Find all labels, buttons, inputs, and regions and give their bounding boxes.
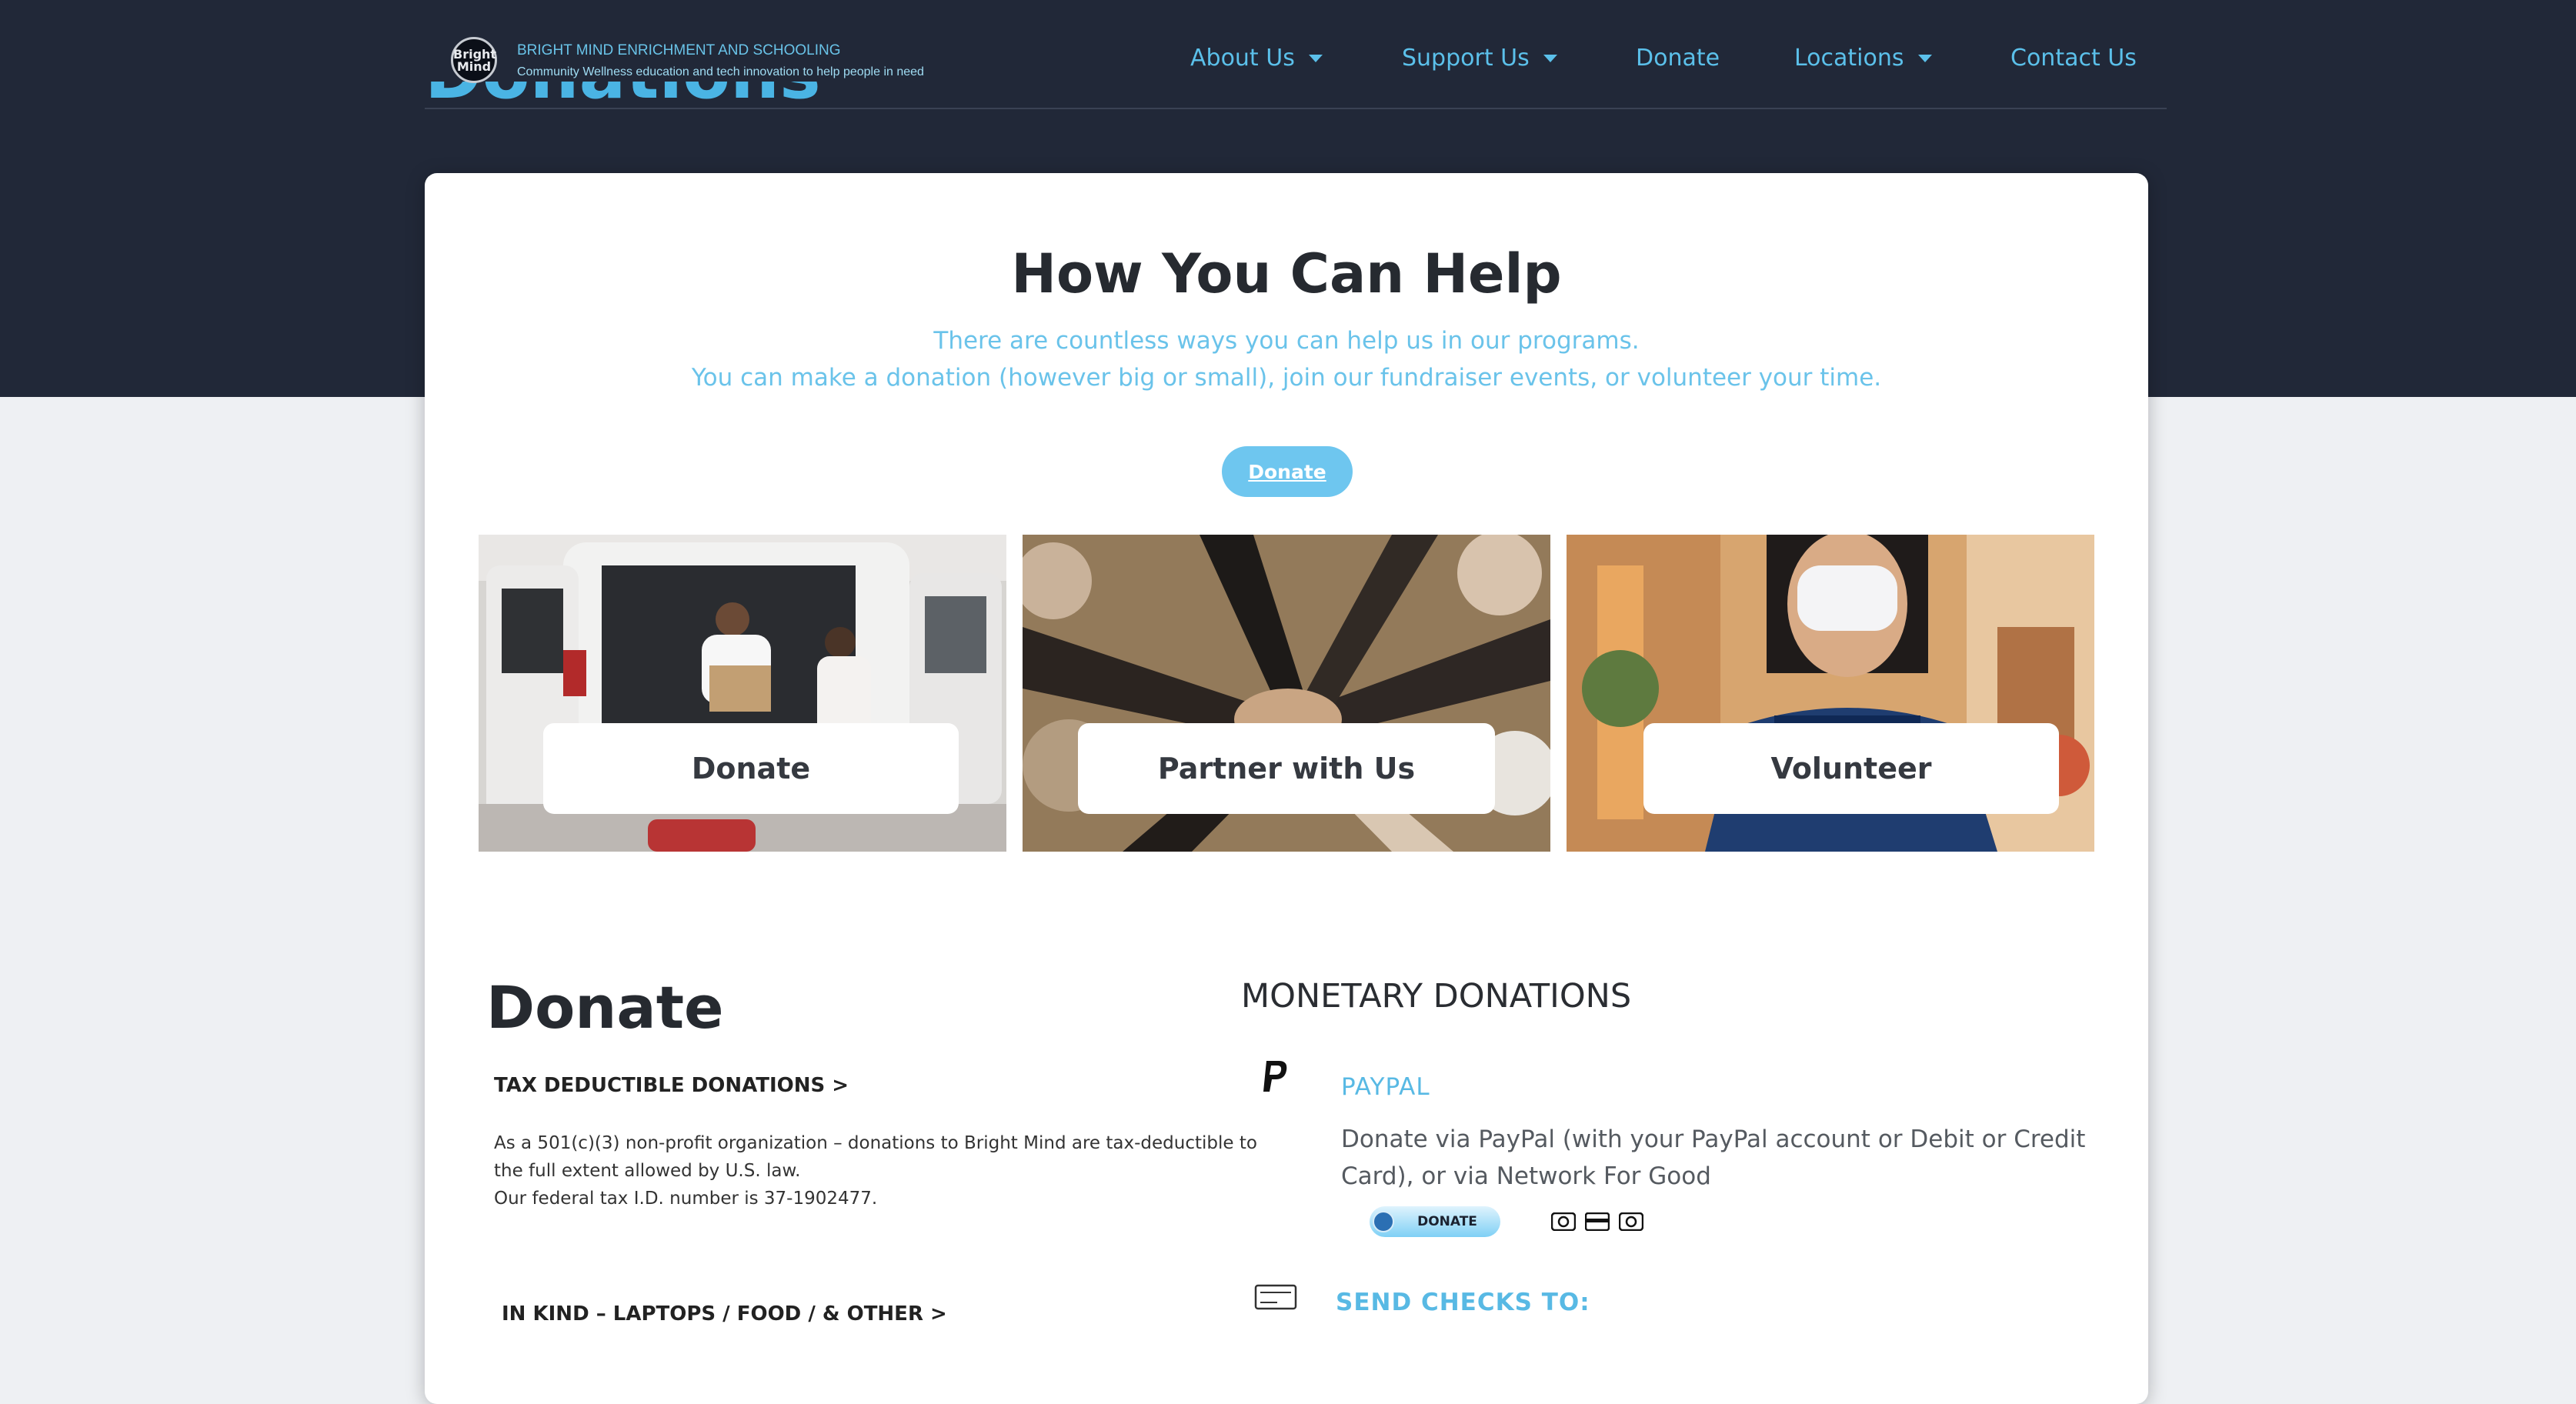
chevron-down-icon — [1917, 54, 1932, 62]
brand-name[interactable]: BRIGHT MIND ENRICHMENT AND SCHOOLING — [517, 42, 841, 59]
donate-button[interactable]: Donate — [1222, 446, 1353, 497]
in-kind-link[interactable]: IN KIND – LAPTOPS / FOOD / & OTHER > — [502, 1302, 947, 1326]
card-icon-3 — [1619, 1212, 1643, 1231]
tax-text: As a 501(c)(3) non-profit organization –… — [494, 1133, 1257, 1181]
paypal-icon — [1263, 1061, 1287, 1092]
tax-deductible-link[interactable]: TAX DEDUCTIBLE DONATIONS > — [494, 1074, 849, 1097]
tile-label: Donate — [543, 723, 959, 814]
tile-label: Volunteer — [1643, 723, 2059, 814]
brand-tagline: Community Wellness education and tech in… — [517, 65, 924, 78]
tax-id-text: Our federal tax I.D. number is 37-190247… — [494, 1189, 878, 1209]
chevron-down-icon — [1543, 54, 1557, 62]
nav-donate[interactable]: Donate — [1636, 45, 1720, 72]
nav-contact-us[interactable]: Contact Us — [2010, 45, 2137, 72]
nav-label: Donate — [1636, 45, 1720, 72]
help-subtitle-line2: You can make a donation (however big or … — [691, 364, 1882, 392]
site-header: Bright Mind BRIGHT MIND ENRICHMENT AND S… — [425, 0, 2167, 109]
donate-heading: Donate — [486, 973, 724, 1042]
paypal-description: Donate via PayPal (with your PayPal acco… — [1341, 1126, 2086, 1190]
paypal-donate-button[interactable]: DONATE — [1370, 1206, 1500, 1237]
tile-donate[interactable]: Donate — [479, 535, 1006, 852]
help-subtitle-line1: There are countless ways you can help us… — [933, 327, 1640, 355]
paypal-badge-icon — [1373, 1211, 1394, 1232]
tile-label: Partner with Us — [1078, 723, 1495, 814]
nav-label: Support Us — [1402, 45, 1530, 72]
send-checks-title: SEND CHECKS TO: — [1336, 1289, 1590, 1316]
monetary-heading: MONETARY DONATIONS — [1241, 977, 1632, 1015]
tile-partner[interactable]: Partner with Us — [1023, 535, 1550, 852]
paypal-title: PAYPAL — [1341, 1073, 1430, 1101]
card-icon-2 — [1585, 1212, 1610, 1231]
check-icon — [1254, 1284, 1297, 1310]
logo-text-line2: Mind — [456, 59, 492, 74]
paypal-button-label: DONATE — [1417, 1214, 1477, 1229]
chevron-down-icon — [1308, 54, 1323, 62]
nav-locations[interactable]: Locations — [1794, 45, 1932, 72]
nav-label: Contact Us — [2010, 45, 2137, 72]
help-title: How You Can Help — [1011, 242, 1562, 305]
nav-label: About Us — [1190, 45, 1295, 72]
tile-volunteer[interactable]: Volunteer — [1567, 535, 2094, 852]
nav-label: Locations — [1794, 45, 1904, 72]
nav-support-us[interactable]: Support Us — [1402, 45, 1557, 72]
content-card: How You Can Help There are countless way… — [425, 173, 2148, 1404]
logo[interactable]: Bright Mind — [451, 37, 497, 83]
card-icon-1 — [1551, 1212, 1576, 1231]
nav-about-us[interactable]: About Us — [1190, 45, 1323, 72]
